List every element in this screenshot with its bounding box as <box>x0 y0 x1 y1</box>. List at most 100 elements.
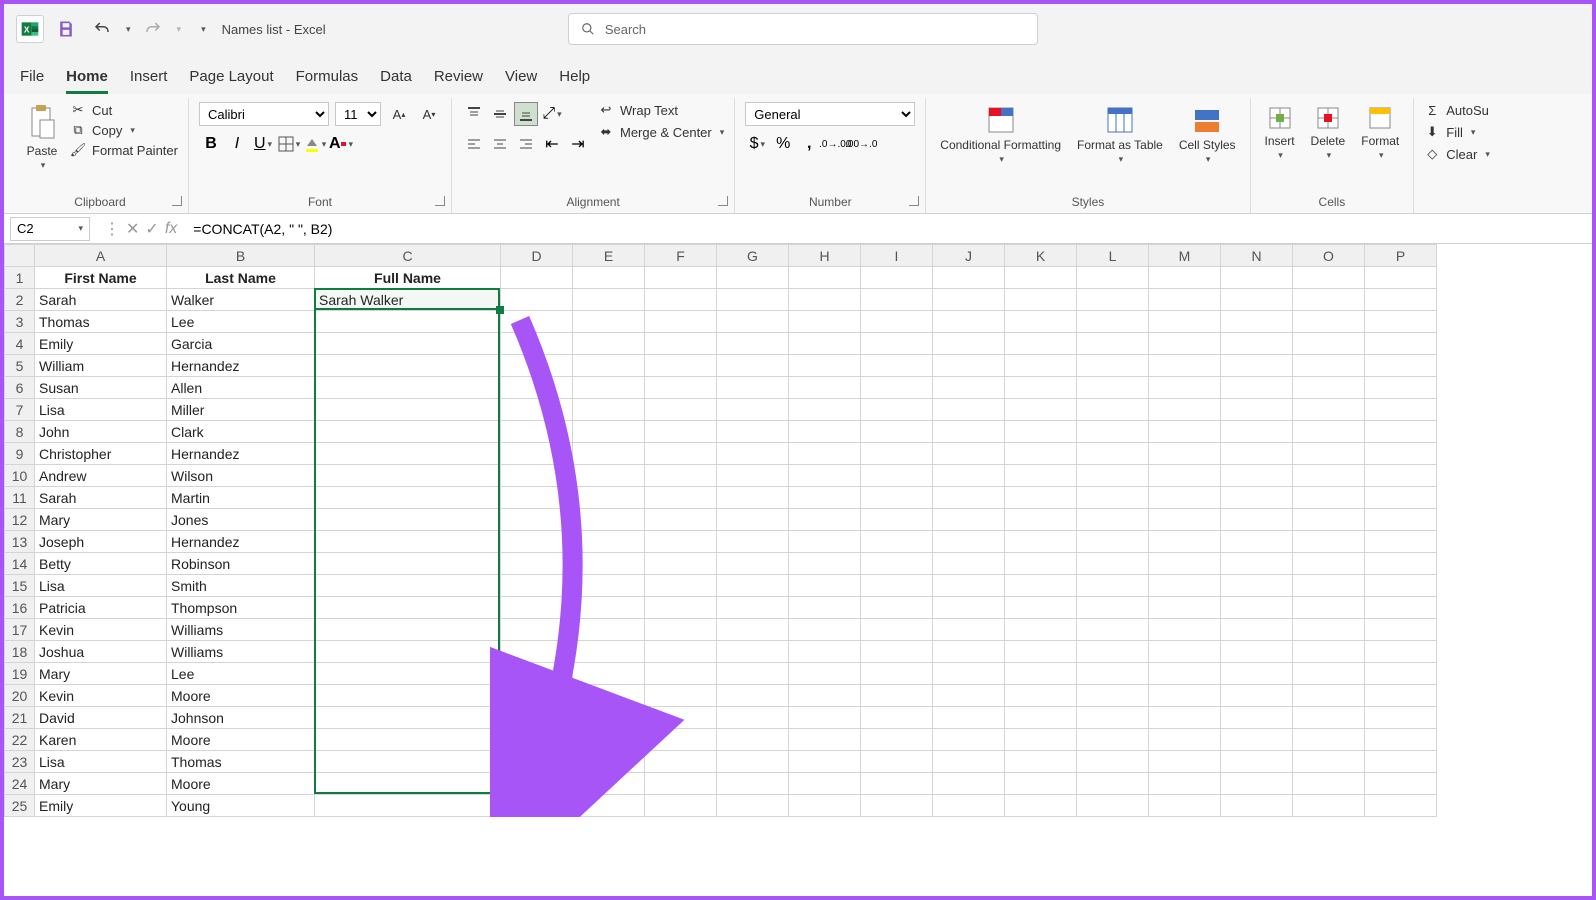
borders-button[interactable]: ▾ <box>277 132 301 156</box>
cell-G3[interactable] <box>717 311 789 333</box>
cell-O25[interactable] <box>1293 795 1365 817</box>
cell-A18[interactable]: Joshua <box>35 641 167 663</box>
cell-C21[interactable] <box>315 707 501 729</box>
cell-L8[interactable] <box>1077 421 1149 443</box>
cell-D8[interactable] <box>501 421 573 443</box>
cell-C9[interactable] <box>315 443 501 465</box>
cell-C13[interactable] <box>315 531 501 553</box>
cell-E18[interactable] <box>573 641 645 663</box>
cell-P20[interactable] <box>1365 685 1437 707</box>
cell-P17[interactable] <box>1365 619 1437 641</box>
cell-E14[interactable] <box>573 553 645 575</box>
cell-J13[interactable] <box>933 531 1005 553</box>
cell-H18[interactable] <box>789 641 861 663</box>
cell-K17[interactable] <box>1005 619 1077 641</box>
cell-B15[interactable]: Smith <box>167 575 315 597</box>
cell-H5[interactable] <box>789 355 861 377</box>
cell-P8[interactable] <box>1365 421 1437 443</box>
cell-C7[interactable] <box>315 399 501 421</box>
row-header-17[interactable]: 17 <box>5 619 35 641</box>
col-header-E[interactable]: E <box>573 245 645 267</box>
cell-N5[interactable] <box>1221 355 1293 377</box>
cell-D10[interactable] <box>501 465 573 487</box>
cell-K25[interactable] <box>1005 795 1077 817</box>
cell-D7[interactable] <box>501 399 573 421</box>
tab-data[interactable]: Data <box>380 68 412 94</box>
cell-F22[interactable] <box>645 729 717 751</box>
cell-F4[interactable] <box>645 333 717 355</box>
cell-A24[interactable]: Mary <box>35 773 167 795</box>
align-middle-icon[interactable] <box>488 102 512 126</box>
conditional-formatting-button[interactable]: Conditional Formatting▾ <box>936 102 1065 167</box>
cell-I17[interactable] <box>861 619 933 641</box>
cell-G17[interactable] <box>717 619 789 641</box>
clear-button[interactable]: ◇Clear▾ <box>1424 146 1490 162</box>
font-color-button[interactable]: A▾ <box>329 132 353 156</box>
cell-K11[interactable] <box>1005 487 1077 509</box>
cell-P9[interactable] <box>1365 443 1437 465</box>
cell-I14[interactable] <box>861 553 933 575</box>
row-header-9[interactable]: 9 <box>5 443 35 465</box>
cell-J20[interactable] <box>933 685 1005 707</box>
cancel-formula-icon[interactable]: ✕ <box>126 219 139 239</box>
cell-A19[interactable]: Mary <box>35 663 167 685</box>
cell-M21[interactable] <box>1149 707 1221 729</box>
cell-O14[interactable] <box>1293 553 1365 575</box>
cell-C14[interactable] <box>315 553 501 575</box>
cell-N21[interactable] <box>1221 707 1293 729</box>
cell-D6[interactable] <box>501 377 573 399</box>
cell-A25[interactable]: Emily <box>35 795 167 817</box>
cell-G18[interactable] <box>717 641 789 663</box>
cell-K4[interactable] <box>1005 333 1077 355</box>
cell-I13[interactable] <box>861 531 933 553</box>
cell-O18[interactable] <box>1293 641 1365 663</box>
cell-C20[interactable] <box>315 685 501 707</box>
insert-cells-button[interactable]: Insert▾ <box>1261 102 1299 163</box>
cell-styles-button[interactable]: Cell Styles▾ <box>1175 102 1240 167</box>
cell-B25[interactable]: Young <box>167 795 315 817</box>
cell-N7[interactable] <box>1221 399 1293 421</box>
row-header-23[interactable]: 23 <box>5 751 35 773</box>
cell-C15[interactable] <box>315 575 501 597</box>
cell-O9[interactable] <box>1293 443 1365 465</box>
cell-J4[interactable] <box>933 333 1005 355</box>
cell-C22[interactable] <box>315 729 501 751</box>
cell-I3[interactable] <box>861 311 933 333</box>
cell-A14[interactable]: Betty <box>35 553 167 575</box>
cell-G13[interactable] <box>717 531 789 553</box>
cell-O8[interactable] <box>1293 421 1365 443</box>
cell-M22[interactable] <box>1149 729 1221 751</box>
tab-review[interactable]: Review <box>434 68 483 94</box>
enter-formula-icon[interactable]: ✓ <box>145 219 158 239</box>
cell-C6[interactable] <box>315 377 501 399</box>
font-dialog-launcher[interactable] <box>435 196 445 206</box>
cell-O3[interactable] <box>1293 311 1365 333</box>
currency-icon[interactable]: $▾ <box>745 132 769 156</box>
cell-L2[interactable] <box>1077 289 1149 311</box>
cell-K18[interactable] <box>1005 641 1077 663</box>
cell-P12[interactable] <box>1365 509 1437 531</box>
cell-C19[interactable] <box>315 663 501 685</box>
cell-H14[interactable] <box>789 553 861 575</box>
increase-font-icon[interactable]: A▴ <box>387 102 411 126</box>
cell-D4[interactable] <box>501 333 573 355</box>
cell-G14[interactable] <box>717 553 789 575</box>
cell-P18[interactable] <box>1365 641 1437 663</box>
cell-K23[interactable] <box>1005 751 1077 773</box>
cell-F6[interactable] <box>645 377 717 399</box>
cell-G9[interactable] <box>717 443 789 465</box>
col-header-H[interactable]: H <box>789 245 861 267</box>
cell-F12[interactable] <box>645 509 717 531</box>
autosum-button[interactable]: ΣAutoSu <box>1424 102 1489 118</box>
row-header-12[interactable]: 12 <box>5 509 35 531</box>
cell-O19[interactable] <box>1293 663 1365 685</box>
cell-I16[interactable] <box>861 597 933 619</box>
cell-D14[interactable] <box>501 553 573 575</box>
cell-N9[interactable] <box>1221 443 1293 465</box>
cell-H13[interactable] <box>789 531 861 553</box>
cell-E6[interactable] <box>573 377 645 399</box>
cell-B12[interactable]: Jones <box>167 509 315 531</box>
cell-I6[interactable] <box>861 377 933 399</box>
col-header-A[interactable]: A <box>35 245 167 267</box>
cell-L22[interactable] <box>1077 729 1149 751</box>
